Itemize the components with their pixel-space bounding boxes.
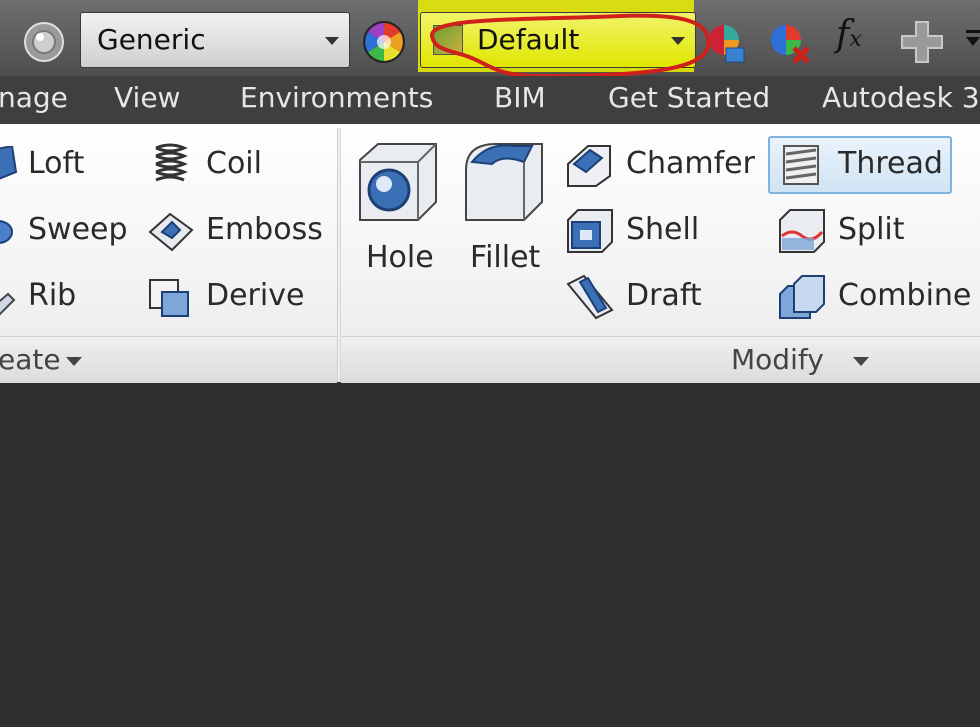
- thread-button[interactable]: Thread: [838, 146, 943, 181]
- coil-button[interactable]: Coil: [206, 146, 262, 181]
- rib-button[interactable]: Rib: [28, 278, 76, 313]
- chevron-down-icon: [66, 357, 82, 366]
- ribbon-tabs: nage View Environments BIM Get Started A…: [0, 76, 980, 124]
- emboss-button[interactable]: Emboss: [206, 212, 323, 247]
- clear-appearance-icon[interactable]: [766, 20, 814, 66]
- derive-button[interactable]: Derive: [206, 278, 304, 313]
- fx-parameters-icon[interactable]: fx: [836, 14, 880, 64]
- draft-icon: [566, 274, 614, 324]
- thread-icon: [778, 142, 824, 192]
- tab-get-started[interactable]: Get Started: [608, 81, 770, 114]
- draft-button[interactable]: Draft: [626, 278, 702, 313]
- hole-button[interactable]: Hole: [366, 240, 434, 275]
- quick-access-toolbar: Generic Default fx: [0, 0, 980, 79]
- chamfer-button[interactable]: Chamfer: [626, 146, 755, 181]
- emboss-icon: [148, 208, 194, 256]
- material-dropdown-value: Generic: [97, 23, 206, 56]
- create-panel-label: eate: [0, 343, 61, 376]
- loft-button[interactable]: Loft: [28, 146, 84, 181]
- graphics-viewport[interactable]: [0, 385, 980, 727]
- tab-bim[interactable]: BIM: [494, 81, 546, 114]
- split-button[interactable]: Split: [838, 212, 905, 247]
- chamfer-icon: [566, 142, 614, 192]
- tab-environments[interactable]: Environments: [240, 81, 433, 114]
- tab-autodesk-360[interactable]: Autodesk 3: [822, 81, 980, 114]
- split-icon: [778, 208, 826, 258]
- sweep-button[interactable]: Sweep: [28, 212, 128, 247]
- fillet-icon: [462, 140, 546, 228]
- customize-dropdown-icon[interactable]: [962, 28, 980, 52]
- loft-icon: [0, 144, 18, 186]
- shell-icon: [566, 208, 614, 258]
- modify-panel-footer[interactable]: Modify: [341, 336, 980, 383]
- hole-icon: [356, 140, 440, 228]
- tab-manage[interactable]: nage: [0, 81, 68, 114]
- color-wheel-icon[interactable]: [360, 18, 408, 66]
- create-panel-footer[interactable]: eate: [0, 336, 337, 383]
- shell-button[interactable]: Shell: [626, 212, 699, 247]
- appearance-browser-icon[interactable]: [704, 20, 750, 66]
- add-icon[interactable]: [898, 18, 946, 66]
- chevron-down-icon: [325, 37, 339, 45]
- combine-button[interactable]: Combine: [838, 278, 971, 313]
- material-dropdown[interactable]: Generic: [80, 12, 350, 68]
- fillet-button[interactable]: Fillet: [470, 240, 540, 275]
- coil-icon: [150, 142, 190, 190]
- derive-icon: [148, 276, 194, 324]
- chevron-down-icon: [853, 357, 869, 366]
- sweep-icon: [0, 216, 16, 250]
- rib-icon: [0, 286, 16, 320]
- material-sphere-icon[interactable]: [22, 20, 66, 64]
- modify-panel-label: Modify: [731, 343, 824, 376]
- combine-icon: [778, 274, 826, 324]
- tab-view[interactable]: View: [114, 81, 180, 114]
